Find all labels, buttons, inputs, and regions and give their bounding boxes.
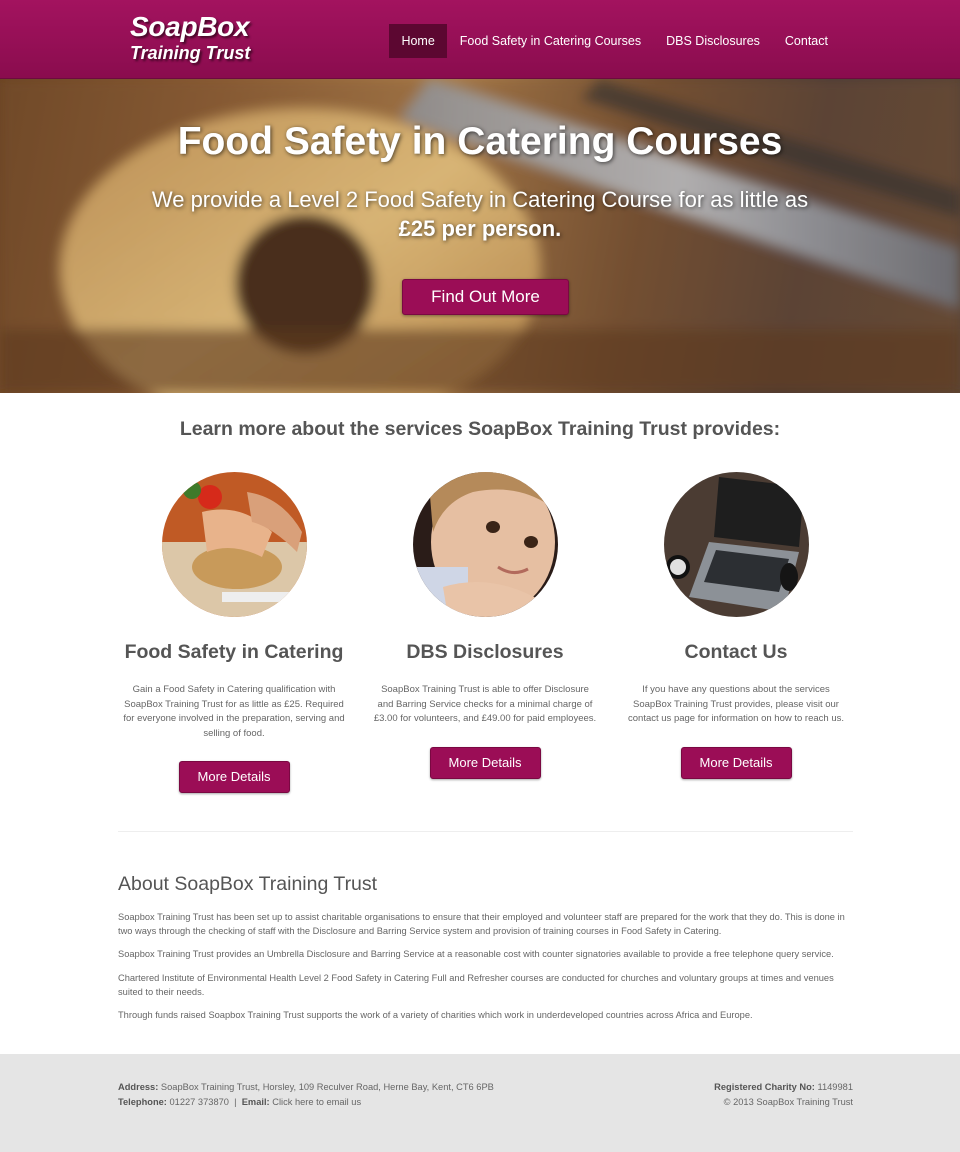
find-out-more-button[interactable]: Find Out More	[402, 279, 569, 315]
main-nav: Home Food Safety in Catering Courses DBS…	[388, 24, 840, 58]
service-title-food-safety: Food Safety in Catering	[124, 641, 344, 663]
footer-address: Address: SoapBox Training Trust, Horsley…	[118, 1080, 494, 1095]
contact-more-details-button[interactable]: More Details	[680, 746, 792, 779]
about-paragraph: Chartered Institute of Environmental Hea…	[118, 972, 834, 997]
service-title-contact: Contact Us	[684, 641, 788, 663]
nav-item-food-safety[interactable]: Food Safety in Catering Courses	[448, 24, 653, 58]
hero-price: £25 per person.	[398, 216, 562, 241]
service-title-dbs: DBS Disclosures	[406, 641, 564, 663]
service-food-safety: Food Safety in Catering Gain a Food Safe…	[114, 472, 354, 793]
charity-label: Registered Charity No:	[714, 1082, 815, 1092]
navbar: SoapBox Training Trust Home Food Safety …	[0, 0, 960, 79]
charity-no: 1149981	[817, 1082, 853, 1092]
about-paragraph: Soapbox Training Trust provides an Umbre…	[118, 949, 834, 960]
address-label: Address:	[118, 1082, 159, 1092]
service-dbs: DBS Disclosures SoapBox Training Trust i…	[365, 472, 605, 779]
email-link[interactable]: Click here to email us	[272, 1097, 361, 1107]
brand-tagline: Training Trust	[130, 43, 251, 63]
child-photo	[412, 472, 558, 617]
footer: Address: SoapBox Training Trust, Horsley…	[0, 1054, 960, 1152]
food-photo	[161, 472, 307, 617]
food-safety-more-details-button[interactable]: More Details	[178, 761, 290, 793]
address-text: SoapBox Training Trust, Horsley, 109 Rec…	[160, 1082, 494, 1092]
laptop-photo	[663, 472, 809, 617]
dbs-more-details-button[interactable]: More Details	[429, 746, 541, 779]
hero-subtitle-text: We provide a Level 2 Food Safety in Cate…	[151, 187, 809, 212]
about-paragraph: Through funds raised Soapbox Training Tr…	[118, 1010, 753, 1021]
nav-item-dbs[interactable]: DBS Disclosures	[654, 24, 772, 58]
email-label: Email:	[241, 1096, 270, 1107]
service-contact: Contact Us If you have any questions abo…	[616, 472, 856, 779]
nav-item-contact[interactable]: Contact	[773, 24, 840, 58]
copyright: © 2013 SoapBox Training Trust	[723, 1096, 853, 1107]
about-paragraph: Soapbox Training Trust has been set up t…	[118, 912, 845, 937]
service-text-contact: If you have any questions about the serv…	[628, 684, 844, 724]
hero-title: Food Safety in Catering Courses	[177, 120, 783, 163]
telephone-label: Telephone:	[118, 1096, 167, 1107]
footer-charity-info: Registered Charity No: 1149981 © 2013 So…	[714, 1080, 853, 1109]
telephone-number: 01227 373870	[169, 1096, 229, 1107]
hero-banner: Food Safety in Catering Courses We provi…	[0, 79, 960, 393]
service-text-dbs: SoapBox Training Trust is able to offer …	[373, 684, 597, 724]
hero-subtitle: We provide a Level 2 Food Safety in Cate…	[0, 185, 960, 243]
service-text-food-safety: Gain a Food Safety in Catering qualifica…	[123, 684, 345, 739]
footer-separator: |	[234, 1096, 237, 1107]
brand-logo[interactable]: SoapBox Training Trust	[130, 12, 250, 64]
footer-contact-info: Address: SoapBox Training Trust, Horsley…	[118, 1080, 494, 1109]
about-title: About SoapBox Training Trust	[118, 873, 378, 895]
section-divider	[118, 831, 853, 832]
footer-phone-email: Telephone: 01227 373870 | Email: Click h…	[118, 1095, 494, 1110]
charity-number: Registered Charity No: 1149981	[714, 1080, 853, 1095]
services-heading: Learn more about the services SoapBox Tr…	[179, 418, 781, 440]
nav-item-home[interactable]: Home	[389, 24, 447, 58]
about-section: About SoapBox Training Trust Soapbox Tra…	[118, 872, 853, 1022]
brand-name: SoapBox	[130, 11, 250, 42]
